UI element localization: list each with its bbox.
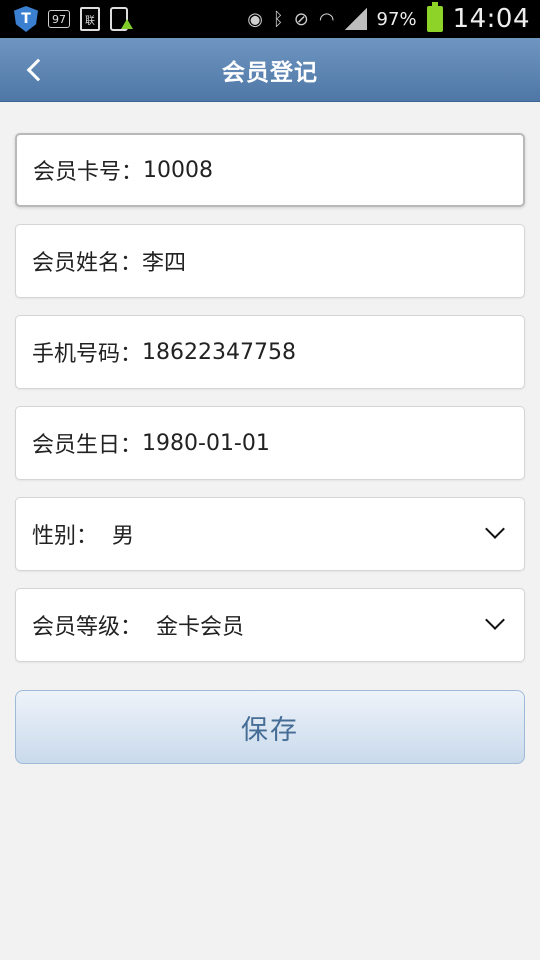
wifi-icon: ◠ (318, 8, 335, 30)
app-header: 会员登记 (0, 38, 540, 102)
status-bar: T 97 联 ◉ ᛒ ⊘ ◠ 97% 14:04 (0, 0, 540, 38)
birthday-label: 会员生日： (32, 433, 143, 458)
back-button[interactable] (22, 48, 72, 92)
battery-percent: 97% (376, 8, 417, 30)
chevron-down-icon (485, 610, 505, 630)
card-number-value: 10008 (143, 157, 214, 183)
card-number-label: 会员卡号： (33, 160, 144, 185)
notification-97-icon: 97 (48, 10, 70, 28)
member-level-value: 金卡会员 (156, 615, 245, 640)
battery-icon (426, 2, 443, 32)
member-level-label: 会员等级： (32, 615, 143, 640)
mute-icon: ⊘ (293, 8, 309, 30)
clock: 14:04 (452, 4, 530, 34)
bluetooth-icon: ᛒ (272, 8, 284, 30)
phone-field[interactable]: 手机号码： 18622347758 (15, 315, 525, 389)
card-number-field[interactable]: 会员卡号： 10008 (15, 133, 525, 207)
save-button[interactable]: 保存 (15, 690, 525, 764)
chevron-down-icon (485, 519, 505, 539)
gender-select[interactable]: 性别： 男 (15, 497, 525, 571)
gender-label: 性别： (32, 524, 99, 549)
status-left-group: T 97 联 (14, 6, 133, 32)
member-name-field[interactable]: 会员姓名： 李四 (15, 224, 525, 298)
doc-icon: 联 (80, 7, 100, 31)
gender-value: 男 (112, 524, 135, 549)
chevron-left-icon (26, 58, 50, 82)
member-form: 会员卡号： 10008 会员姓名： 李四 手机号码： 18622347758 会… (15, 133, 525, 679)
member-name-value: 李四 (142, 251, 187, 276)
phone-label: 手机号码： (32, 342, 143, 367)
phone-value: 18622347758 (142, 339, 296, 365)
member-name-label: 会员姓名： (32, 251, 143, 276)
birthday-value: 1980-01-01 (142, 430, 270, 456)
birthday-field[interactable]: 会员生日： 1980-01-01 (15, 406, 525, 480)
page-title: 会员登记 (222, 59, 318, 86)
member-level-select[interactable]: 会员等级： 金卡会员 (15, 588, 525, 662)
eye-icon: ◉ (247, 8, 263, 30)
phone-upload-icon (110, 7, 133, 31)
shield-icon: T (14, 6, 38, 32)
signal-icon (344, 8, 367, 30)
status-right-group: ◉ ᛒ ⊘ ◠ 97% 14:04 (247, 2, 530, 34)
